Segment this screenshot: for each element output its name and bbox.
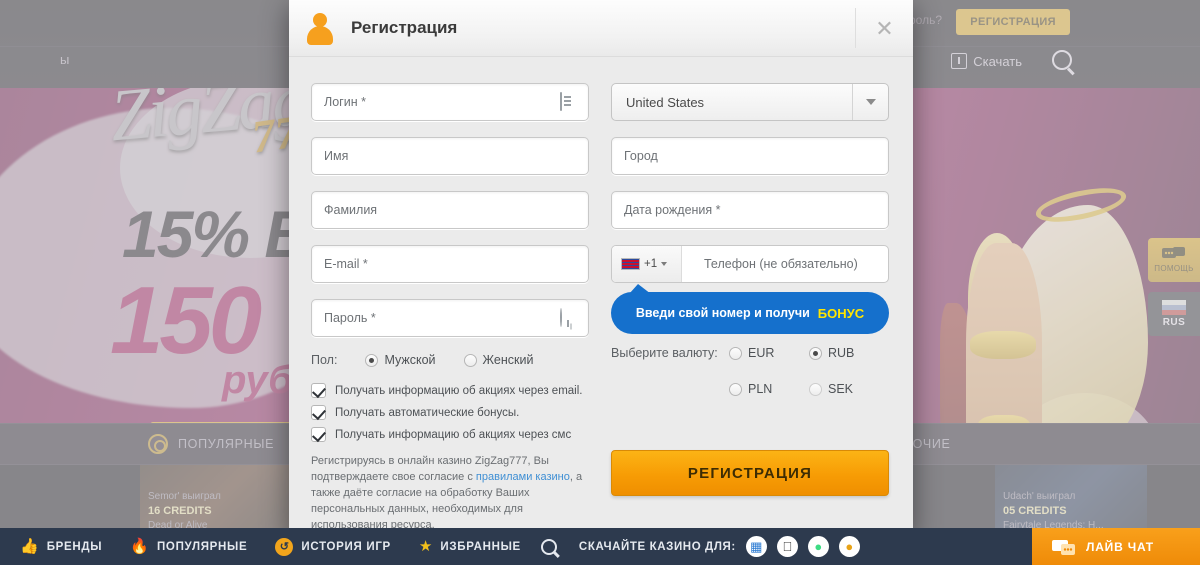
bottom-nav-favorites[interactable]: ★ ИЗБРАННЫЕ	[405, 528, 535, 565]
gender-group: Пол: Мужской Женский	[311, 353, 589, 367]
submit-registration-button[interactable]: РЕГИСТРАЦИЯ	[611, 450, 889, 497]
radio-icon	[729, 382, 742, 396]
bottom-nav-history-label: ИСТОРИЯ ИГР	[301, 540, 391, 553]
live-chat-button[interactable]: ЛАЙВ ЧАТ	[1032, 528, 1200, 565]
star-icon: ★	[418, 538, 433, 555]
radio-icon	[729, 346, 742, 360]
id-card-icon	[560, 92, 578, 112]
birthdate-input[interactable]: Дата рождения *	[611, 191, 889, 230]
currency-option-pln[interactable]: PLN	[729, 382, 809, 396]
checkbox-email-promo[interactable]: Получать информацию об акциях через emai…	[311, 383, 589, 399]
modal-title: Регистрация	[351, 18, 458, 38]
history-icon: ↺	[275, 537, 294, 556]
phone-country-selector[interactable]: +1	[612, 246, 682, 283]
checkbox-auto-bonus-label: Получать автоматические бонусы.	[335, 406, 520, 419]
bottom-nav-download-label: СКАЧАЙТЕ КАЗИНО ДЛЯ:	[578, 540, 736, 553]
radio-icon	[809, 382, 822, 396]
gender-female-label: Женский	[482, 353, 534, 368]
login-placeholder: Логин *	[324, 95, 366, 110]
windows-icon[interactable]: ▦	[745, 536, 767, 557]
lastname-input[interactable]: Фамилия	[311, 191, 589, 230]
checkbox-auto-bonus[interactable]: Получать автоматические бонусы.	[311, 405, 589, 421]
currency-sek-label: SEK	[828, 382, 854, 397]
close-icon[interactable]: ✕	[856, 0, 913, 57]
gender-male-label: Мужской	[384, 353, 436, 368]
login-input[interactable]: Логин *	[311, 83, 589, 122]
key-icon	[560, 308, 578, 328]
radio-icon	[809, 346, 822, 360]
bottom-nav-popular[interactable]: 🔥 ПОПУЛЯРНЫЕ	[116, 528, 261, 565]
flame-icon: 🔥	[130, 538, 149, 555]
registration-modal: Регистрация ✕ Логин * Имя Фамилия E-mail…	[289, 0, 913, 534]
terms-link[interactable]: правилами казино	[476, 471, 570, 483]
live-chat-label: ЛАЙВ ЧАТ	[1086, 539, 1154, 554]
phone-country-code: +1	[644, 258, 658, 271]
bottom-nav-brands[interactable]: 👍 БРЕНДЫ	[0, 528, 116, 565]
currency-option-rub[interactable]: RUB	[809, 346, 889, 360]
chat-icon	[1052, 539, 1075, 555]
user-icon	[305, 11, 335, 46]
search-icon[interactable]	[540, 538, 557, 555]
lastname-placeholder: Фамилия	[324, 203, 378, 218]
currency-label: Выберите валюту:	[611, 346, 718, 361]
currency-group: Выберите валюту: EUR RUB PLN SEK	[611, 346, 889, 418]
checkbox-sms-promo-label: Получать информацию об акциях через смс	[335, 428, 572, 441]
chevron-down-icon	[661, 262, 668, 267]
right-column: United States Город Дата рождения * +1 Т…	[611, 83, 889, 534]
phone-placeholder: Телефон (не обязательно)	[704, 257, 858, 272]
email-placeholder: E-mail *	[324, 257, 368, 272]
gender-label: Пол:	[311, 353, 338, 368]
checkbox-icon	[311, 427, 326, 443]
gender-option-female[interactable]: Женский	[463, 353, 534, 368]
city-input[interactable]: Город	[611, 137, 889, 176]
bonus-banner: Введи свой номер и получи БОНУС	[611, 284, 889, 335]
bottom-nav-history[interactable]: ↺ ИСТОРИЯ ИГР	[261, 528, 405, 565]
phone-input-row[interactable]: +1 Телефон (не обязательно)	[611, 245, 889, 284]
country-select-value: United States	[626, 94, 705, 110]
us-flag-icon	[621, 258, 640, 271]
checkbox-sms-promo[interactable]: Получать информацию об акциях через смс	[311, 427, 589, 443]
bonus-banner-highlight: БОНУС	[817, 305, 865, 321]
currency-spacer	[611, 382, 729, 418]
left-column: Логин * Имя Фамилия E-mail * Пароль * По…	[311, 83, 589, 534]
apple-icon[interactable]: 	[776, 536, 798, 557]
checkbox-email-promo-label: Получать информацию об акциях через emai…	[335, 384, 583, 397]
terms-text: Регистрируясь в онлайн казино ZigZag777,…	[311, 454, 589, 534]
radio-icon	[463, 353, 477, 367]
city-placeholder: Город	[624, 149, 658, 164]
bottom-nav: 👍 БРЕНДЫ 🔥 ПОПУЛЯРНЫЕ ↺ ИСТОРИЯ ИГР ★ ИЗ…	[0, 528, 1200, 565]
radio-icon	[365, 353, 379, 367]
chevron-down-icon[interactable]	[852, 84, 888, 121]
country-select[interactable]: United States	[611, 83, 889, 122]
gender-option-male[interactable]: Мужской	[365, 353, 436, 368]
email-input[interactable]: E-mail *	[311, 245, 589, 284]
checkbox-icon	[311, 405, 326, 421]
bottom-nav-brands-label: БРЕНДЫ	[46, 540, 103, 553]
currency-option-sek[interactable]: SEK	[809, 382, 889, 396]
submit-registration-label: РЕГИСТРАЦИЯ	[687, 464, 813, 482]
firstname-placeholder: Имя	[324, 149, 349, 164]
firstname-input[interactable]: Имя	[311, 137, 589, 176]
currency-option-eur[interactable]: EUR	[729, 346, 809, 360]
thumbs-up-icon: 👍	[20, 538, 39, 555]
checkbox-icon	[311, 383, 326, 399]
bottom-nav-popular-label: ПОПУЛЯРНЫЕ	[156, 540, 248, 553]
modal-header: Регистрация ✕	[289, 0, 913, 58]
android-icon[interactable]: ●	[807, 536, 829, 557]
bottom-nav-favorites-label: ИЗБРАННЫЕ	[440, 540, 521, 553]
currency-pln-label: PLN	[748, 382, 773, 397]
currency-rub-label: RUB	[828, 346, 855, 361]
birthdate-placeholder: Дата рождения *	[624, 203, 721, 218]
currency-eur-label: EUR	[748, 346, 775, 361]
password-placeholder: Пароль *	[324, 311, 376, 326]
modal-body: Логин * Имя Фамилия E-mail * Пароль * По…	[289, 57, 913, 534]
bonus-banner-text: Введи свой номер и получи	[635, 306, 810, 321]
password-input[interactable]: Пароль *	[311, 299, 589, 338]
linux-icon[interactable]: ●	[838, 536, 860, 557]
